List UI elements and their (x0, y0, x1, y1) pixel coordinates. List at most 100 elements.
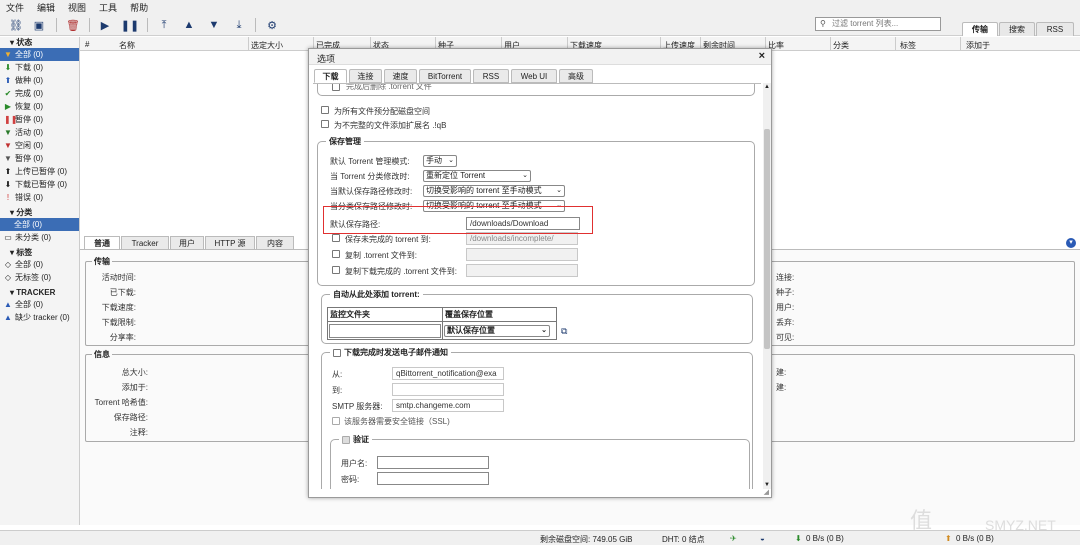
tag-item-all[interactable]: ◇ 全部 (0) (0, 258, 79, 271)
watermark-logo-icon: 值 (910, 508, 933, 533)
status-item-downloading[interactable]: ⬇ 下载 (0) (0, 61, 79, 74)
tab-webui[interactable]: Web UI (511, 69, 557, 83)
tab-http-sources[interactable]: HTTP 源 (205, 236, 255, 250)
copy-torrent-checkbox[interactable] (332, 250, 340, 258)
pause-icon: ❚❚ (4, 114, 18, 124)
tab-rss[interactable]: RSS (1036, 22, 1074, 36)
email-from-input[interactable]: qBittorrent_notification@exa (392, 367, 504, 380)
col-name[interactable]: 名称 (119, 40, 135, 51)
default-path-change-select[interactable]: 切换受影响的 torrent 至手动模式 ⌄ (423, 185, 565, 197)
tracker-item-all[interactable]: ▲ 全部 (0) (0, 298, 79, 311)
tab-bittorrent[interactable]: BitTorrent (419, 69, 471, 83)
resume-icon: ▶ (4, 101, 12, 111)
tab-content[interactable]: 内容 (256, 236, 294, 250)
chevron-down-icon: ⌄ (556, 187, 562, 194)
tab-downloads[interactable]: 下载 (314, 69, 347, 83)
download-paused-icon: ⬇ (4, 179, 12, 189)
move-up-icon[interactable]: ▲ (181, 17, 197, 33)
status-item-completed[interactable]: ✔ 完成 (0) (0, 87, 79, 100)
move-down-icon[interactable]: ▼ (206, 17, 222, 33)
status-item-errored[interactable]: ! 错误 (0) (0, 191, 79, 204)
auth-checkbox[interactable] (342, 435, 350, 444)
inactive-icon: ▼ (4, 140, 12, 150)
menu-file[interactable]: 文件 (6, 1, 24, 14)
delete-torrent-checkbox[interactable] (332, 84, 340, 91)
search-icon: ⚲ (820, 19, 826, 28)
status-item-inactive[interactable]: ▼ 空闲 (0) (0, 139, 79, 152)
tag-icon: ◇ (4, 259, 12, 269)
copy-finished-checkbox[interactable] (332, 266, 340, 274)
tab-transfers[interactable]: 传输 (962, 22, 998, 36)
tab-peers[interactable]: 用户 (170, 236, 204, 250)
status-item-upload-paused[interactable]: ⬆ 上传已暂停 (0) (0, 165, 79, 178)
collapse-panel-icon[interactable]: ▾ (1066, 238, 1076, 248)
tag-item-untagged[interactable]: ◇ 无标签 (0) (0, 271, 79, 284)
management-mode-select[interactable]: 手动 ⌄ (423, 155, 457, 167)
ssl-checkbox[interactable] (332, 417, 340, 425)
status-item-seeding[interactable]: ⬆ 做种 (0) (0, 74, 79, 87)
tab-general[interactable]: 普通 (84, 236, 120, 250)
dialog-scrollbar[interactable]: ▲ ▼ (763, 83, 771, 489)
resize-grip-icon[interactable]: ◢ (764, 488, 769, 496)
status-item-all[interactable]: ▼ 全部 (0) (0, 48, 79, 61)
pause-icon[interactable]: ❚❚ (121, 17, 139, 33)
add-link-icon[interactable]: ⛓ (8, 17, 24, 33)
tab-trackers[interactable]: Tracker (121, 236, 169, 250)
category-item-all[interactable]: 全部 (0) (0, 218, 79, 231)
close-icon[interactable]: × (759, 50, 765, 62)
add-row-icon[interactable]: ⧉ (561, 326, 567, 337)
resume-icon[interactable]: ▶ (97, 17, 113, 33)
options-dialog: 选项 × 下载 连接 速度 BitTorrent RSS Web UI 高级 完… (308, 48, 772, 498)
col-size[interactable]: 选定大小 (251, 40, 283, 51)
prealloc-checkbox[interactable] (321, 106, 329, 114)
category-change-select[interactable]: 重新定位 Torrent ⌄ (423, 170, 531, 182)
status-item-stalled[interactable]: ▼ 暂停 (0) (0, 152, 79, 165)
tag-header[interactable]: ▾ 标签 (0, 247, 79, 258)
tracker-item-trackerless[interactable]: ▲ 缺少 tracker (0) (0, 311, 79, 324)
menu-help[interactable]: 帮助 (130, 1, 148, 14)
tab-advanced[interactable]: 高级 (559, 69, 593, 83)
status-item-resumed[interactable]: ▶ 恢复 (0) (0, 100, 79, 113)
category-item-uncategorized[interactable]: ▭ 未分类 (0) (0, 231, 79, 244)
complete-icon: ✔ (4, 88, 12, 98)
status-item-paused[interactable]: ❚❚ 暂停 (0) (0, 113, 79, 126)
filter-input[interactable]: ⚲ 过滤 torrent 列表... (815, 17, 941, 31)
tracker-header[interactable]: ▾ TRACKER (0, 287, 79, 298)
tab-speed[interactable]: 速度 (384, 69, 417, 83)
email-notify-checkbox[interactable] (333, 348, 341, 357)
menu-view[interactable]: 视图 (68, 1, 86, 14)
email-to-input[interactable] (392, 383, 504, 396)
scroll-up-icon[interactable]: ▲ (764, 84, 770, 90)
tab-rss[interactable]: RSS (473, 69, 509, 83)
smtp-server-input[interactable]: smtp.changeme.com (392, 399, 504, 412)
status-item-active[interactable]: ▼ 活动 (0) (0, 126, 79, 139)
copy-finished-input[interactable] (466, 264, 578, 277)
dialog-titlebar[interactable]: 选项 × (309, 49, 771, 65)
menu-tools[interactable]: 工具 (99, 1, 117, 14)
delete-icon[interactable]: 🗑 (65, 17, 81, 33)
col-added-on[interactable]: 添加于 (966, 40, 990, 51)
append-ext-checkbox[interactable] (321, 120, 329, 128)
tab-connection[interactable]: 连接 (349, 69, 382, 83)
add-file-icon[interactable]: ▣ (31, 17, 47, 33)
tab-search[interactable]: 搜索 (999, 22, 1035, 36)
move-bottom-icon[interactable]: ⤓ (231, 17, 247, 33)
incomplete-path-checkbox[interactable] (332, 234, 340, 242)
col-index[interactable]: # (85, 40, 89, 49)
move-top-icon[interactable]: ⤒ (156, 17, 172, 33)
menu-edit[interactable]: 编辑 (37, 1, 55, 14)
category-header[interactable]: ▾ 分类 (0, 207, 79, 218)
copy-torrent-input[interactable] (466, 248, 578, 261)
col-tags[interactable]: 标签 (900, 40, 916, 51)
status-item-download-paused[interactable]: ⬇ 下载已暂停 (0) (0, 178, 79, 191)
watch-folder-input[interactable] (329, 323, 441, 338)
auth-username-input[interactable] (377, 456, 489, 469)
watch-save-select[interactable]: 默认保存位置 ⌄ (444, 324, 550, 337)
speed-limit-icon[interactable]: ◒ (760, 534, 765, 543)
connection-status-icon[interactable]: ✈ (730, 534, 737, 543)
status-header[interactable]: ▾ 状态 (0, 37, 79, 48)
settings-icon[interactable]: ⚙ (264, 17, 280, 33)
scrollbar-thumb[interactable] (764, 129, 770, 349)
col-category[interactable]: 分类 (833, 40, 849, 51)
auth-password-input[interactable] (377, 472, 489, 485)
